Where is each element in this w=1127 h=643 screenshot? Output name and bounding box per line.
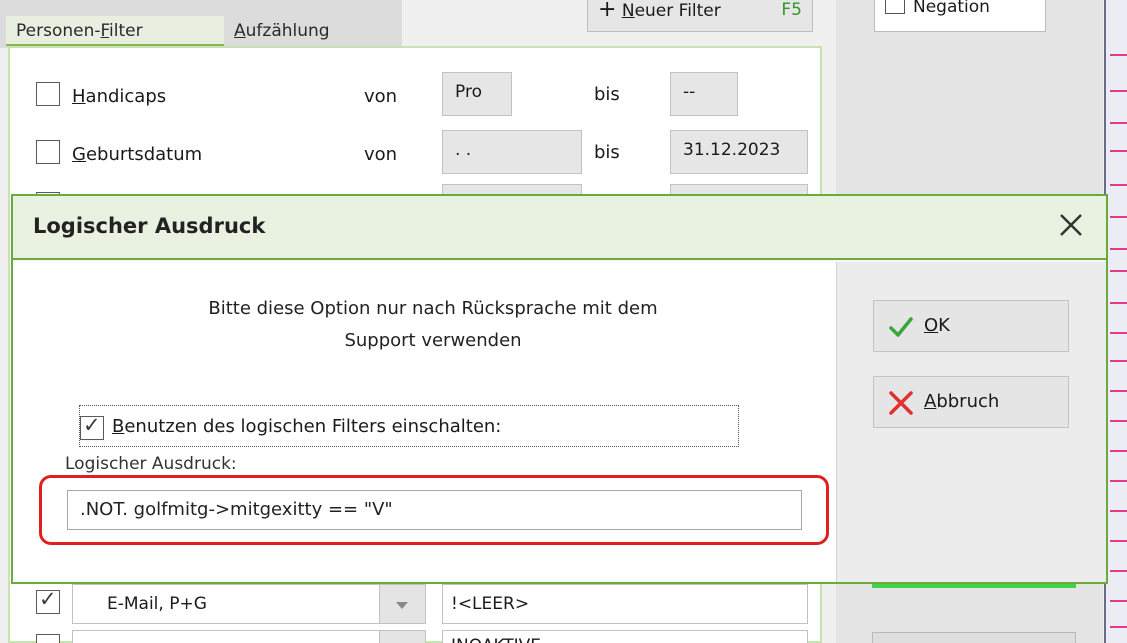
checkbox-checked-icon[interactable] xyxy=(80,413,104,440)
strip-marker xyxy=(1110,248,1127,250)
use-logical-filter-label: Benutzen des logischen Filters einschalt… xyxy=(112,416,501,437)
geburtsdatum-checkbox[interactable] xyxy=(36,140,60,164)
dialog-info-text: Bitte diese Option nur nach Rücksprache … xyxy=(113,293,753,357)
expression-input[interactable]: .NOT. golfmitg->mitgexitty == "V" xyxy=(67,490,802,530)
strip-marker xyxy=(1110,420,1127,422)
strip-marker xyxy=(1110,540,1127,542)
handicaps-from-field[interactable]: Pro xyxy=(442,72,512,116)
tab-personen-label-post: ilter xyxy=(109,21,143,41)
geburtsdatum-to-field[interactable]: 31.12.2023 xyxy=(670,130,808,174)
dialog-info-line2: Support verwenden xyxy=(344,330,522,351)
bottom-right-button[interactable] xyxy=(872,632,1076,643)
neuer-filter-button[interactable]: + Neuer Filter F5 xyxy=(587,0,813,32)
neuer-filter-accel: N xyxy=(621,1,635,21)
close-icon xyxy=(1060,214,1082,236)
strip-marker xyxy=(1110,600,1127,602)
bottom-row-select[interactable] xyxy=(72,630,426,643)
email-row-select-value: E-Mail, P+G xyxy=(107,594,207,614)
tab-personen-accel: F xyxy=(100,21,110,41)
strip-marker xyxy=(1110,626,1127,628)
strip-marker xyxy=(1110,480,1127,482)
tab-aufzaehlung[interactable]: Aufzählung xyxy=(234,16,384,46)
strip-marker xyxy=(1110,270,1127,272)
x-icon xyxy=(889,391,913,415)
dialog-title: Logischer Ausdruck xyxy=(33,214,266,238)
strip-marker xyxy=(1110,150,1127,152)
negation-label: Negation xyxy=(913,0,990,17)
strip-marker xyxy=(1110,360,1127,362)
strip-marker xyxy=(1110,450,1127,452)
geburtsdatum-von-label: von xyxy=(364,144,398,165)
use-logical-filter-checkbox[interactable]: Benutzen des logischen Filters einschalt… xyxy=(79,405,739,447)
geburtsdatum-bis-label: bis xyxy=(594,142,620,163)
handicaps-von-label: von xyxy=(364,86,398,107)
dialog-info-line1: Bitte diese Option nur nach Rücksprache … xyxy=(208,298,658,319)
bottom-row-value-field[interactable]: INOAKTIVE xyxy=(442,630,808,643)
checkmark-icon xyxy=(889,317,913,337)
geburtsdatum-label-text: eburtsdatum xyxy=(85,144,203,165)
email-row-select[interactable]: E-Mail, P+G xyxy=(72,584,426,624)
tab-personen-filter[interactable]: Personen-Filter xyxy=(6,16,224,46)
handicaps-to-field[interactable]: -- xyxy=(670,72,738,116)
handicaps-accel: H xyxy=(72,86,86,107)
dialog-button-panel: OK Abbruch xyxy=(837,262,1106,582)
strip-marker xyxy=(1110,302,1127,304)
handicaps-label-text: andicaps xyxy=(85,86,167,107)
neuer-filter-shortcut: F5 xyxy=(781,0,802,20)
plus-icon: + xyxy=(598,0,617,22)
handicaps-checkbox[interactable] xyxy=(36,82,60,106)
strip-marker xyxy=(1110,54,1127,56)
strip-marker xyxy=(1110,570,1127,572)
dialog-body: Bitte diese Option nur nach Rücksprache … xyxy=(13,262,837,582)
logischer-ausdruck-dialog: Logischer Ausdruck Bitte diese Option nu… xyxy=(11,194,1108,584)
email-row-checkbox[interactable] xyxy=(36,587,60,614)
ok-button[interactable]: OK xyxy=(873,300,1069,352)
tab-personen-label-pre: Personen- xyxy=(16,21,101,41)
geburtsdatum-accel: G xyxy=(72,144,86,165)
use-filter-accel: B xyxy=(112,416,125,437)
geburtsdatum-from-field[interactable]: . . xyxy=(442,130,582,174)
bottom-row-checkbox[interactable] xyxy=(36,634,60,643)
chevron-down-icon xyxy=(396,602,408,609)
dialog-titlebar: Logischer Ausdruck xyxy=(13,196,1106,260)
tab-aufzaehlung-label: ufzählung xyxy=(245,21,330,41)
email-row-value-field[interactable]: !<LEER> xyxy=(442,584,808,624)
neuer-filter-label: euer Filter xyxy=(634,1,721,21)
bottom-row-dropdown-button[interactable] xyxy=(379,631,425,643)
negation-checkbox[interactable]: Negation xyxy=(874,0,1046,32)
email-row-dropdown-button[interactable] xyxy=(379,585,425,623)
negation-checkbox-box[interactable] xyxy=(885,0,905,14)
close-button[interactable] xyxy=(1054,208,1088,242)
strip-marker xyxy=(1110,90,1127,92)
strip-marker xyxy=(1110,122,1127,124)
strip-marker xyxy=(1110,390,1127,392)
strip-marker xyxy=(1110,332,1127,334)
use-filter-label-text: enutzen des logischen Filters einschalte… xyxy=(124,416,502,437)
cancel-label: bbruch xyxy=(936,391,1000,412)
strip-marker xyxy=(1110,510,1127,512)
ok-accel: O xyxy=(924,315,939,336)
expression-label: Logischer Ausdruck: xyxy=(65,454,237,474)
strip-marker xyxy=(1110,184,1127,186)
ok-label: K xyxy=(938,315,950,336)
handicaps-label: Handicaps xyxy=(72,86,166,107)
tab-aufzaehlung-accel: A xyxy=(234,21,246,41)
cancel-button[interactable]: Abbruch xyxy=(873,376,1069,428)
handicaps-bis-label: bis xyxy=(594,84,620,105)
geburtsdatum-label: Geburtsdatum xyxy=(72,144,202,165)
cancel-accel: A xyxy=(924,391,937,412)
strip-marker xyxy=(1110,216,1127,218)
